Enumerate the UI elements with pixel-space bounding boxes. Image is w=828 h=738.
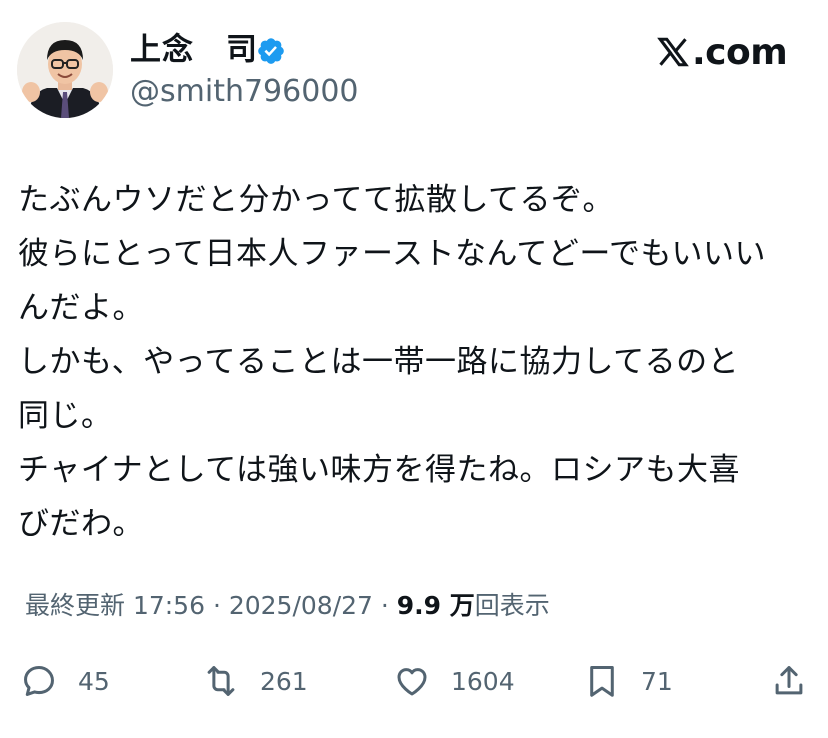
like-count: 1604: [451, 666, 515, 696]
like-button[interactable]: 1604: [393, 656, 515, 706]
tweet-line: 同じ。: [18, 398, 113, 434]
tweet-line: チャイナとしては強い味方を得たね。ロシアも大喜: [18, 452, 741, 488]
tweet-line: びだわ。: [18, 506, 144, 542]
retweet-count: 261: [260, 666, 308, 696]
action-bar: 45 261 1604 71: [0, 656, 828, 706]
share-button[interactable]: [770, 656, 808, 706]
heart-icon: [397, 668, 427, 696]
tweet-meta: 最終更新 17:56 · 2025/08/27 · 9.9 万回表示: [25, 588, 550, 624]
verified-badge-icon: [258, 38, 284, 64]
avatar-image: [17, 22, 113, 118]
tweet-line: たぶんウソだと分かってて拡散してるぞ。: [18, 182, 615, 218]
tweet-line: 彼らにとって日本人ファーストなんてどーでもいいい: [18, 236, 766, 272]
reply-count: 45: [78, 666, 110, 696]
retweet-icon: [207, 666, 235, 696]
bookmark-button[interactable]: 71: [583, 656, 673, 706]
bookmark-icon: [590, 666, 614, 697]
reply-button[interactable]: 45: [20, 656, 110, 706]
tweet-card: 上念 司 @smith796000 .com たぶんウソだと分かってて拡散してる…: [0, 0, 828, 738]
reply-icon: [24, 666, 54, 696]
author-handle[interactable]: @smith796000: [130, 74, 359, 110]
tweet-text: たぶんウソだと分かってて拡散してるぞ。 彼らにとって日本人ファーストなんてどーで…: [18, 173, 818, 551]
share-icon: [775, 666, 803, 695]
tweet-line: んだよ。: [18, 290, 144, 326]
views-label: 回表示: [474, 591, 550, 620]
brand-logo: .com: [656, 30, 788, 74]
avatar[interactable]: [17, 22, 113, 118]
brand-domain: .com: [692, 31, 788, 73]
x-logo-icon: [657, 37, 689, 67]
author-name[interactable]: 上念 司: [130, 30, 258, 70]
views-count: 9.9 万: [396, 591, 475, 620]
retweet-button[interactable]: 261: [202, 656, 308, 706]
updated-timestamp[interactable]: 最終更新 17:56 · 2025/08/27 ·: [25, 591, 389, 620]
tweet-line: しかも、やってることは一帯一路に協力してるのと: [18, 344, 740, 380]
bookmark-count: 71: [641, 666, 673, 696]
